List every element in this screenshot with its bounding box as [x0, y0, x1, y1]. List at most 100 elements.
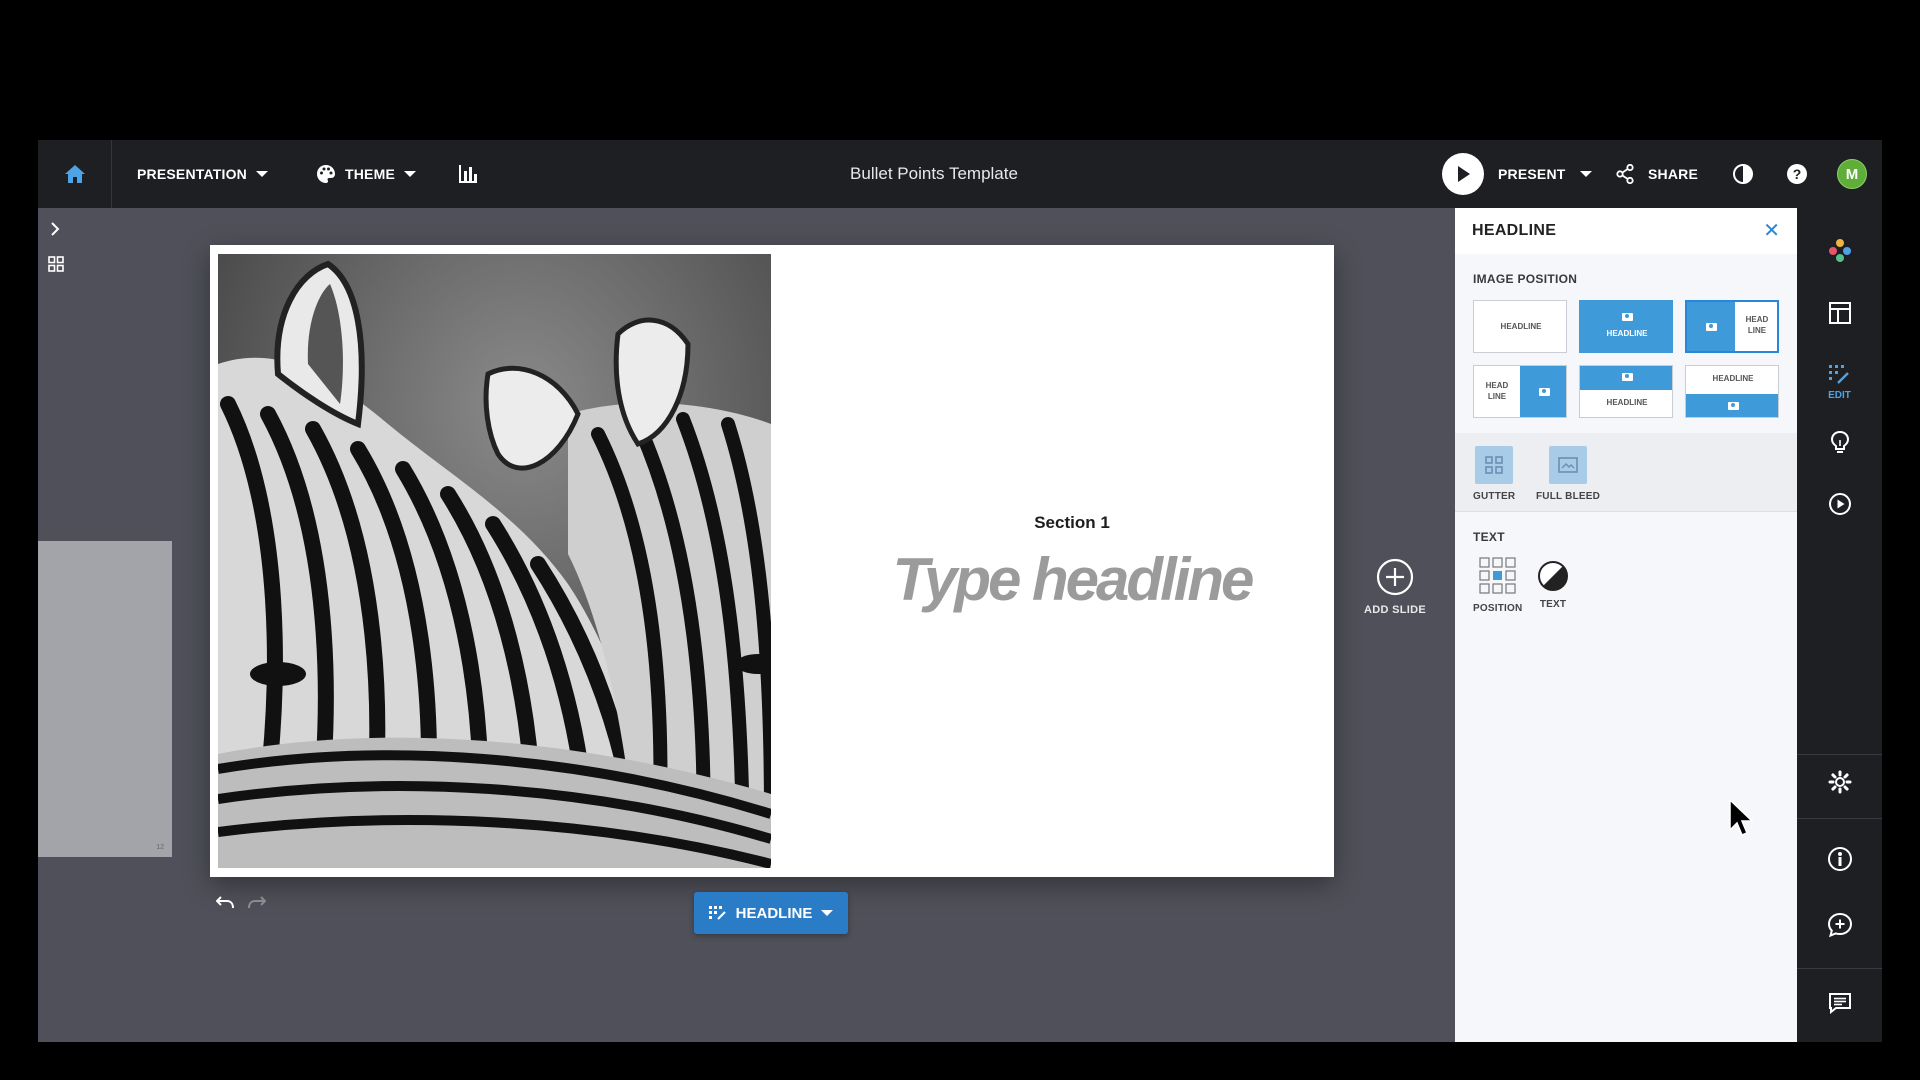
add-slide-label: ADD SLIDE	[1364, 604, 1426, 616]
zebra-photo[interactable]	[218, 254, 771, 868]
text-color-button[interactable]: TEXT	[1537, 560, 1569, 610]
gear-icon	[1828, 770, 1851, 794]
layout-icon	[1828, 302, 1851, 324]
share-button[interactable]: SHARE	[1616, 140, 1698, 208]
rail-divider	[1797, 818, 1882, 819]
option-label-line2: LINE	[1487, 391, 1507, 401]
theme-menu[interactable]: THEME	[316, 140, 416, 208]
option-label: HEADLINE	[1606, 397, 1648, 407]
layout-option-text-only[interactable]: HEADLINE	[1473, 300, 1567, 353]
undo-icon[interactable]	[216, 895, 234, 909]
full-bleed-button[interactable]: FULL BLEED	[1536, 446, 1600, 502]
plus-circle-icon	[1376, 558, 1414, 596]
rail-edit-button[interactable]: EDIT	[1797, 364, 1882, 401]
rail-colors-button[interactable]	[1797, 238, 1882, 262]
share-icon	[1616, 164, 1634, 184]
image-position-label: IMAGE POSITION	[1473, 272, 1578, 286]
gutter-button[interactable]: GUTTER	[1473, 446, 1515, 502]
edit-label: EDIT	[1828, 390, 1851, 401]
close-icon[interactable]: ✕	[1763, 221, 1780, 241]
user-menu[interactable]: M	[1835, 140, 1869, 208]
help-icon: ?	[1787, 164, 1807, 184]
top-bar: PRESENTATION THEME Bullet Points Templat…	[38, 140, 1882, 208]
speaker-notes-icon	[1828, 993, 1851, 1014]
option-label-line2: LINE	[1747, 325, 1767, 335]
share-label: SHARE	[1648, 166, 1699, 182]
avatar: M	[1837, 159, 1867, 189]
add-slide-button[interactable]: ADD SLIDE	[1358, 558, 1432, 616]
rail-layout-button[interactable]	[1797, 302, 1882, 324]
layout-selector-button[interactable]: HEADLINE	[694, 892, 848, 934]
palette-icon	[317, 165, 335, 183]
camera-icon	[1686, 394, 1778, 417]
rail-comments-button[interactable]	[1797, 912, 1882, 938]
slide-thumbnail[interactable]: 12	[38, 541, 172, 857]
help-button[interactable]: ?	[1782, 140, 1812, 208]
bar-chart-icon	[459, 165, 477, 183]
redo-icon[interactable]	[248, 895, 266, 909]
chevron-down-icon	[821, 910, 834, 916]
position-grid-icon	[1479, 557, 1516, 594]
home-icon	[64, 165, 85, 183]
panel-header: HEADLINE ✕	[1455, 208, 1797, 254]
section-label[interactable]: Section 1	[810, 513, 1334, 533]
document-title[interactable]: Bullet Points Template	[850, 164, 1018, 184]
play-icon	[1442, 153, 1484, 195]
rail-divider	[1797, 754, 1882, 755]
analytics-button[interactable]	[450, 140, 486, 208]
grid-view-icon[interactable]	[48, 256, 64, 272]
theme-menu-label: THEME	[345, 166, 395, 182]
camera-icon	[1580, 366, 1672, 388]
rail-notes-button[interactable]	[1797, 992, 1882, 1014]
layout-panel: HEADLINE ✕ IMAGE POSITION HEADLINE HEADL…	[1455, 208, 1797, 1042]
option-label: HEADLINE	[1606, 328, 1648, 338]
layout-option-image-left-selected[interactable]: HEAD LINE	[1685, 300, 1779, 353]
home-button[interactable]	[38, 140, 112, 208]
tool-rail: EDIT	[1797, 208, 1882, 1042]
svg-text:?: ?	[1793, 166, 1802, 182]
panel-title: HEADLINE	[1472, 222, 1557, 239]
option-label: HEADLINE	[1712, 373, 1754, 383]
slide-sidebar: 12	[38, 208, 172, 1042]
rail-settings-button[interactable]	[1797, 770, 1882, 794]
layout-selector-label: HEADLINE	[735, 904, 813, 922]
camera-icon	[1687, 302, 1735, 351]
camera-icon	[1520, 366, 1566, 417]
layout-sparkle-icon	[708, 906, 726, 920]
text-position-button[interactable]: POSITION	[1473, 556, 1522, 614]
text-section-label: TEXT	[1473, 530, 1505, 544]
slide-canvas[interactable]: Section 1 Type headline	[210, 245, 1334, 877]
layout-option-image-right[interactable]: HEAD LINE	[1473, 365, 1567, 418]
present-label: PRESENT	[1498, 166, 1566, 182]
layout-option-image-bottom[interactable]: HEADLINE	[1685, 365, 1779, 418]
app-window: PRESENTATION THEME Bullet Points Templat…	[38, 140, 1882, 1042]
text-contrast-icon	[1538, 561, 1568, 591]
accessibility-icon	[1827, 847, 1852, 871]
chevron-down-icon	[404, 171, 416, 177]
mouse-cursor-icon	[1729, 798, 1754, 836]
presentation-menu-label: PRESENTATION	[137, 166, 247, 182]
presentation-menu[interactable]: PRESENTATION	[137, 140, 268, 208]
color-dots-icon	[1828, 239, 1851, 262]
layout-option-image-top[interactable]: HEADLINE	[1579, 365, 1673, 418]
lightbulb-icon	[1830, 430, 1849, 453]
add-comment-icon	[1827, 912, 1852, 938]
layout-option-image-background[interactable]: HEADLINE	[1579, 300, 1673, 353]
zebra-image	[218, 254, 771, 868]
contrast-icon	[1733, 164, 1753, 184]
headline-placeholder[interactable]: Type headline	[810, 545, 1334, 614]
rail-animation-button[interactable]	[1797, 492, 1882, 516]
option-label: HEADLINE	[1500, 322, 1542, 332]
chevron-right-icon[interactable]	[49, 222, 61, 236]
rail-ideas-button[interactable]	[1797, 430, 1882, 454]
camera-icon	[1580, 312, 1672, 322]
rail-accessibility-button[interactable]	[1797, 846, 1882, 872]
gutter-icon	[1475, 446, 1514, 484]
chevron-down-icon	[1579, 171, 1592, 177]
contrast-toggle[interactable]	[1728, 140, 1758, 208]
slide-number: 12	[156, 844, 164, 851]
rail-divider	[1797, 968, 1882, 969]
panel-divider	[1455, 511, 1797, 512]
chevron-down-icon	[256, 171, 268, 177]
present-button[interactable]: PRESENT	[1442, 140, 1592, 208]
